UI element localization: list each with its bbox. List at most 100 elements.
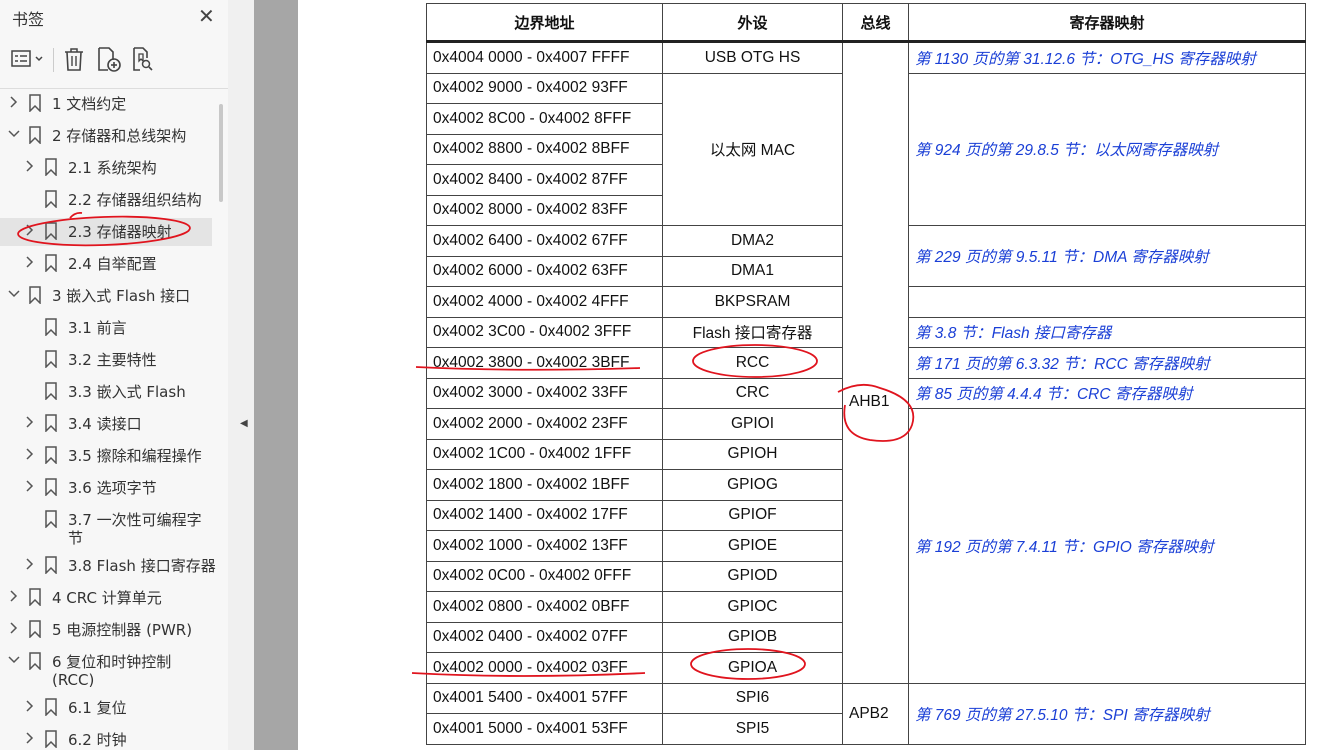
chevron-right-icon[interactable] <box>8 94 20 110</box>
bookmark-item[interactable]: 3.6 选项字节 <box>0 474 212 502</box>
bookmark-label: 3.7 一次性可编程字 <box>68 511 202 529</box>
peripheral-cell: DMA2 <box>662 225 843 257</box>
bookmark-item[interactable]: 2.2 存储器组织结构 <box>0 186 212 214</box>
chevron-right-icon[interactable] <box>24 698 36 714</box>
sidebar-splitter[interactable] <box>228 0 254 750</box>
register-map-link[interactable]: 第 85 页的第 4.4.4 节：CRC 寄存器映射 <box>915 386 1192 403</box>
bookmark-icon <box>45 382 57 400</box>
bookmark-item[interactable]: 2.4 自举配置 <box>0 250 212 278</box>
chevron-right-icon[interactable] <box>24 446 36 462</box>
collapse-panel-icon[interactable]: ◀ <box>240 418 248 429</box>
peripheral-cell: SPI5 <box>662 713 843 745</box>
bookmark-item[interactable]: 6.1 复位 <box>0 694 212 722</box>
bookmark-label-line2: 节 <box>68 529 84 547</box>
bookmark-item[interactable]: 1 文档约定 <box>0 90 212 118</box>
bus-cell <box>842 41 909 73</box>
add-bookmark-icon[interactable] <box>96 46 122 72</box>
bookmark-label: 6.1 复位 <box>68 699 127 717</box>
bookmarks-panel: 书签 ✕ 1 文档约定 2 存储器和总线架构 2.1 系统架构 2.2 存储器组织结构… <box>0 0 228 750</box>
address-cell: 0x4001 5000 - 0x4001 53FF <box>426 713 663 745</box>
bookmark-item[interactable]: 3.2 主要特性 <box>0 346 212 374</box>
chevron-right-icon[interactable] <box>24 414 36 430</box>
peripheral-cell: GPIOH <box>662 438 843 470</box>
bookmark-item[interactable]: 2.1 系统架构 <box>0 154 212 182</box>
bookmark-icon <box>29 94 41 112</box>
bookmark-item[interactable]: 3.3 嵌入式 Flash <box>0 378 212 406</box>
header-register-map: 寄存器映射 <box>908 3 1306 43</box>
peripheral-cell: GPIOB <box>662 621 843 653</box>
address-cell: 0x4002 3800 - 0x4002 3BFF <box>426 347 663 379</box>
peripheral-cell: SPI6 <box>662 682 843 714</box>
address-cell: 0x4002 2000 - 0x4002 23FF <box>426 408 663 440</box>
table-row: 0x4004 0000 - 0x4007 FFFF USB OTG HS 第 113… <box>426 41 1306 74</box>
bookmark-icon <box>29 286 41 304</box>
chevron-right-icon[interactable] <box>24 254 36 270</box>
address-cell: 0x4002 1000 - 0x4002 13FF <box>426 530 663 562</box>
register-map-link[interactable]: 第 229 页的第 9.5.11 节：DMA 寄存器映射 <box>915 249 1209 266</box>
peripheral-cell: DMA1 <box>662 255 843 287</box>
peripheral-cell: 以太网 MAC <box>662 72 843 226</box>
chevron-right-icon[interactable] <box>24 222 36 238</box>
bookmark-label: 2 存储器和总线架构 <box>52 127 187 145</box>
bookmark-label: 6.2 时钟 <box>68 731 127 749</box>
bookmark-item[interactable]: 6 复位和时钟控制 (RCC) <box>0 648 212 692</box>
peripheral-cell: RCC <box>662 347 843 379</box>
register-map-link[interactable]: 第 192 页的第 7.4.11 节：GPIO 寄存器映射 <box>915 539 1214 556</box>
address-cell: 0x4002 0C00 - 0x4002 0FFF <box>426 560 663 592</box>
bookmark-icon <box>45 254 57 272</box>
bookmark-item[interactable]: 2.3 存储器映射 <box>0 218 212 246</box>
chevron-right-icon[interactable] <box>24 730 36 746</box>
register-map-link[interactable]: 第 3.8 节：Flash 接口寄存器 <box>915 325 1111 342</box>
bookmark-item[interactable]: 3.5 擦除和编程操作 <box>0 442 212 470</box>
peripheral-cell: GPIOF <box>662 499 843 531</box>
peripheral-cell: USB OTG HS <box>662 41 843 74</box>
bookmark-item[interactable]: 3 嵌入式 Flash 接口 <box>0 282 212 310</box>
address-cell: 0x4002 6000 - 0x4002 63FF <box>426 255 663 287</box>
close-icon[interactable]: ✕ <box>198 4 215 28</box>
bookmark-item[interactable]: 3.4 读接口 <box>0 410 212 438</box>
table-row: 0x4001 5400 - 0x4001 57FF SPI6 APB2 第 769 页… <box>426 682 1306 745</box>
bookmark-label: 1 文档约定 <box>52 95 127 113</box>
bookmark-item[interactable]: 5 电源控制器 (PWR) <box>0 616 212 644</box>
chevron-down-icon[interactable] <box>8 652 20 668</box>
bookmark-item[interactable]: 3.7 一次性可编程字节 <box>0 506 212 550</box>
peripheral-cell: Flash 接口寄存器 <box>662 316 843 348</box>
chevron-right-icon[interactable] <box>24 478 36 494</box>
address-cell: 0x4002 3C00 - 0x4002 3FFF <box>426 316 663 348</box>
register-map-link[interactable]: 第 769 页的第 27.5.10 节：SPI 寄存器映射 <box>915 707 1210 724</box>
bookmark-item[interactable]: 3.8 Flash 接口寄存器 <box>0 552 216 580</box>
outline-options-icon[interactable] <box>10 46 48 72</box>
register-map-link-cell: 第 85 页的第 4.4.4 节：CRC 寄存器映射 <box>908 377 1306 409</box>
register-map-link-cell <box>908 286 1306 318</box>
delete-icon[interactable] <box>63 46 85 72</box>
table-row: 0x4002 9000 - 0x4002 93FF 以太网 MAC AHB1 第 92… <box>426 72 1306 684</box>
bookmarks-scrollbar[interactable] <box>219 104 223 202</box>
address-cell: 0x4002 1C00 - 0x4002 1FFF <box>426 438 663 470</box>
chevron-right-icon[interactable] <box>8 588 20 604</box>
document-background <box>254 0 298 750</box>
bookmarks-panel-title: 书签 <box>12 10 45 29</box>
register-map-link[interactable]: 第 171 页的第 6.3.32 节：RCC 寄存器映射 <box>915 356 1210 373</box>
register-map-link[interactable]: 第 924 页的第 29.8.5 节：以太网寄存器映射 <box>915 142 1218 159</box>
bookmark-label: 3.4 读接口 <box>68 415 142 433</box>
bookmark-item[interactable]: 2 存储器和总线架构 <box>0 122 212 150</box>
chevron-down-icon[interactable] <box>8 286 20 302</box>
memory-map-table: 边界地址 外设 总线 寄存器映射 0x4004 0000 - 0x4007 FF… <box>426 3 1306 745</box>
bookmark-icon <box>29 126 41 144</box>
bookmarks-toolbar <box>0 40 228 80</box>
bookmark-label: 3.3 嵌入式 Flash <box>68 383 186 401</box>
chevron-right-icon[interactable] <box>24 556 36 572</box>
find-bookmark-icon[interactable] <box>131 46 155 72</box>
register-map-link-cell: 第 192 页的第 7.4.11 节：GPIO 寄存器映射 <box>908 408 1306 684</box>
peripheral-cell: GPIOI <box>662 408 843 440</box>
bookmark-item[interactable]: 4 CRC 计算单元 <box>0 584 212 612</box>
chevron-right-icon[interactable] <box>8 620 20 636</box>
chevron-right-icon[interactable] <box>24 158 36 174</box>
bookmark-icon <box>29 652 41 670</box>
register-map-link-cell: 第 769 页的第 27.5.10 节：SPI 寄存器映射 <box>908 682 1306 745</box>
header-peripheral: 外设 <box>662 3 843 43</box>
bookmark-item[interactable]: 3.1 前言 <box>0 314 212 342</box>
register-map-link-cell: 第 924 页的第 29.8.5 节：以太网寄存器映射 <box>908 72 1306 226</box>
register-map-link[interactable]: 第 1130 页的第 31.12.6 节：OTG_HS 寄存器映射 <box>915 51 1256 68</box>
chevron-down-icon[interactable] <box>8 126 20 142</box>
